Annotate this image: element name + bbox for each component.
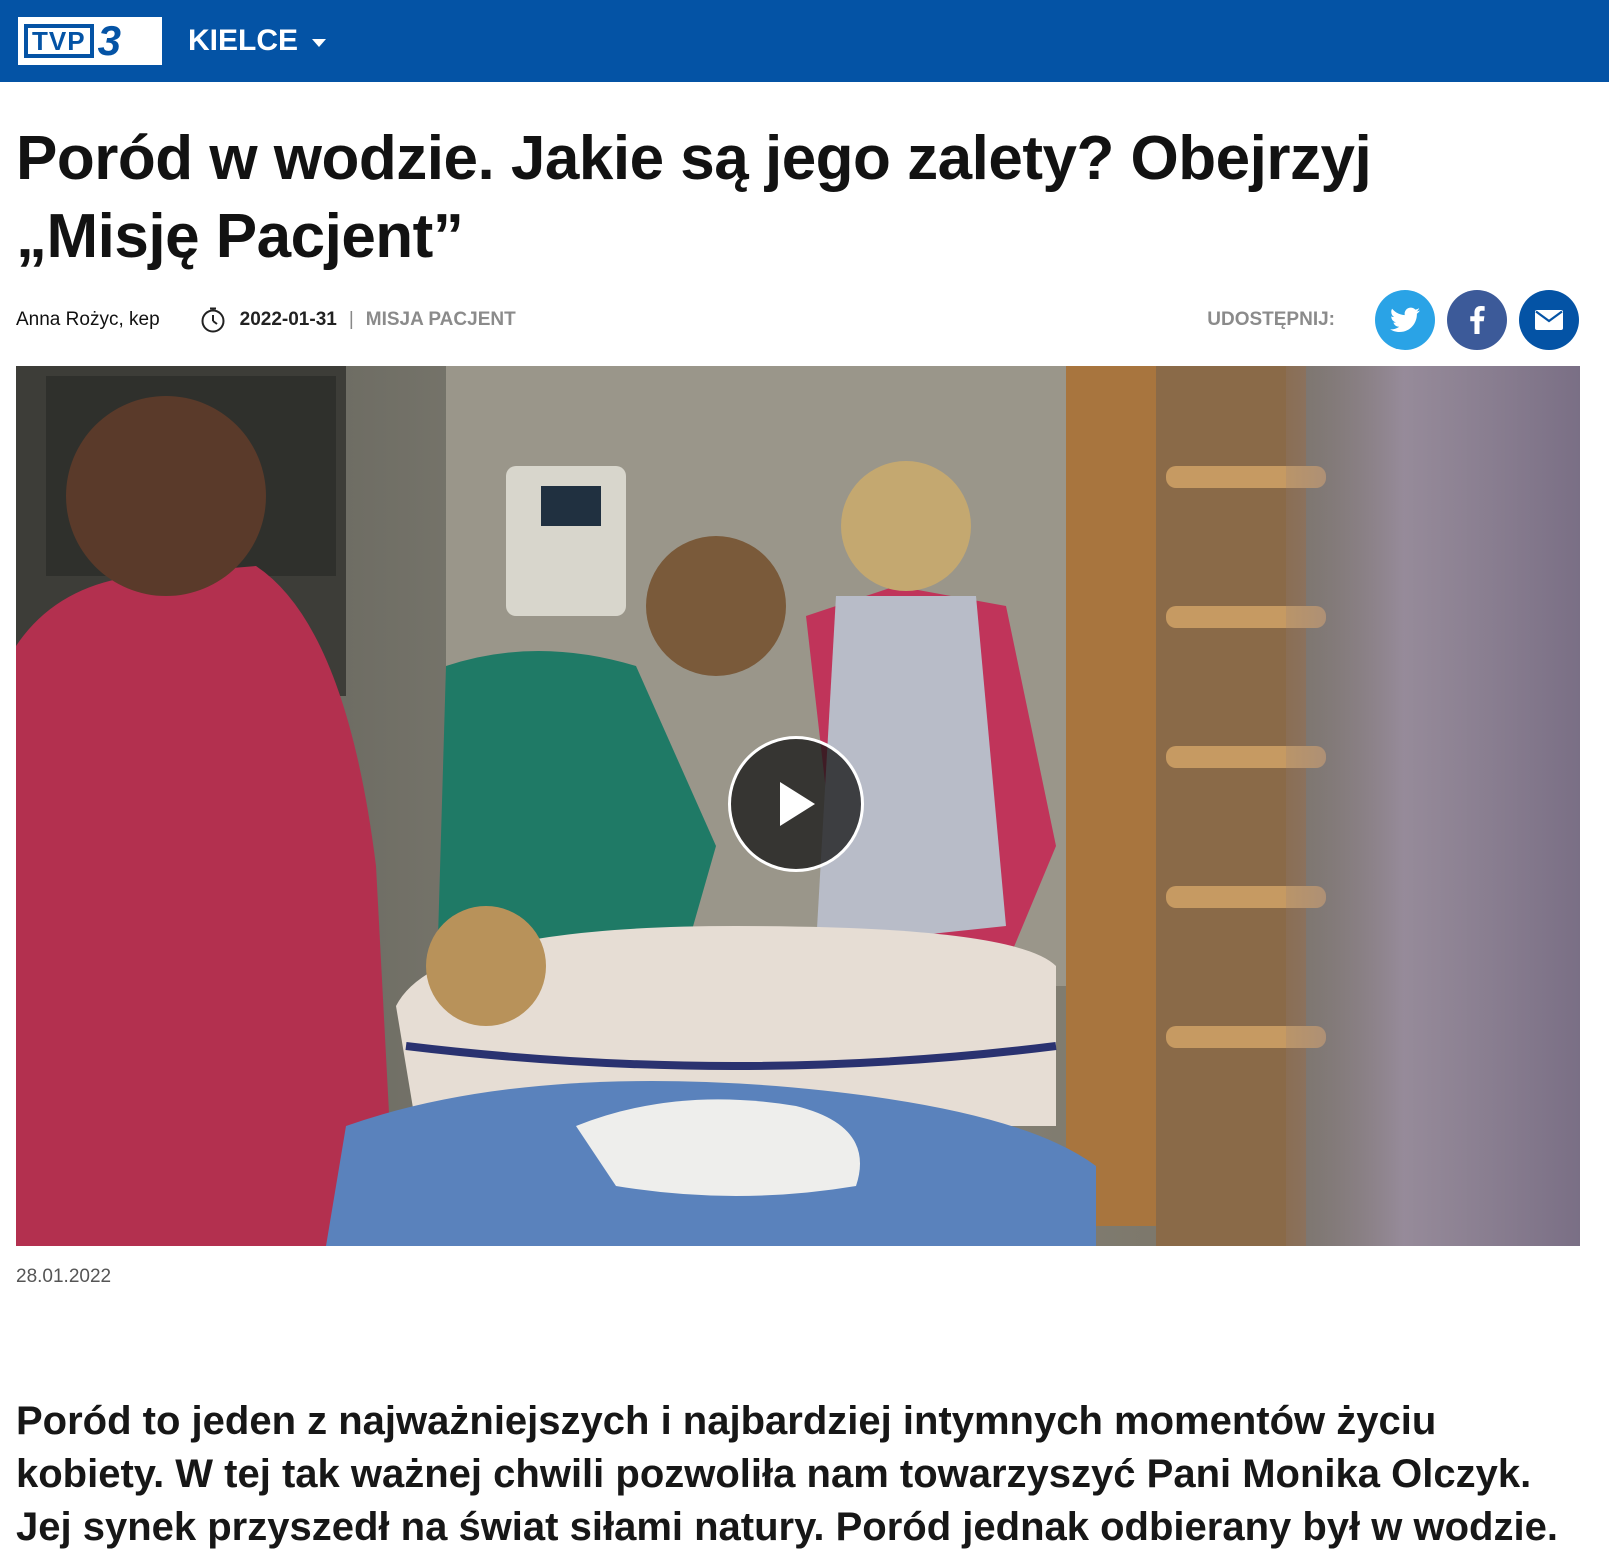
article-lead: Poród to jeden z najważniejszych i najba… [16, 1399, 1558, 1549]
share-facebook-button[interactable] [1447, 290, 1507, 350]
logo-number: 3 [97, 17, 121, 64]
article-meta: Anna Rożyc, kep 2022-01-31 | MISJA PACJE… [16, 288, 1579, 352]
region-selector[interactable]: KIELCE [188, 24, 327, 58]
play-icon [780, 782, 815, 826]
facebook-icon [1470, 306, 1485, 334]
article-author: Anna Rożyc, kep [16, 309, 160, 330]
share-label: UDOSTĘPNIJ: [1207, 309, 1335, 330]
play-button[interactable] [728, 736, 864, 872]
region-label: KIELCE [188, 24, 299, 57]
chevron-down-icon [312, 39, 327, 47]
twitter-icon [1390, 307, 1420, 332]
category-link[interactable]: MISJA PACJENT [366, 309, 516, 331]
logo-text: TVP [24, 24, 94, 58]
clock-icon [201, 307, 225, 333]
share-email-button[interactable] [1519, 290, 1579, 350]
video-caption-date: 28.01.2022 [16, 1266, 112, 1287]
article-title: Poród w wodzie. Jakie są jego zalety? Ob… [16, 124, 1372, 271]
meta-separator: | [348, 309, 354, 330]
publish-date: 2022-01-31 [239, 309, 337, 330]
envelope-icon [1535, 310, 1563, 330]
share-twitter-button[interactable] [1375, 290, 1435, 350]
tvp3-logo[interactable]: TVP 3 [18, 17, 162, 65]
video-player[interactable] [16, 366, 1580, 1246]
top-navigation-bar: TVP 3 KIELCE [0, 0, 1609, 82]
